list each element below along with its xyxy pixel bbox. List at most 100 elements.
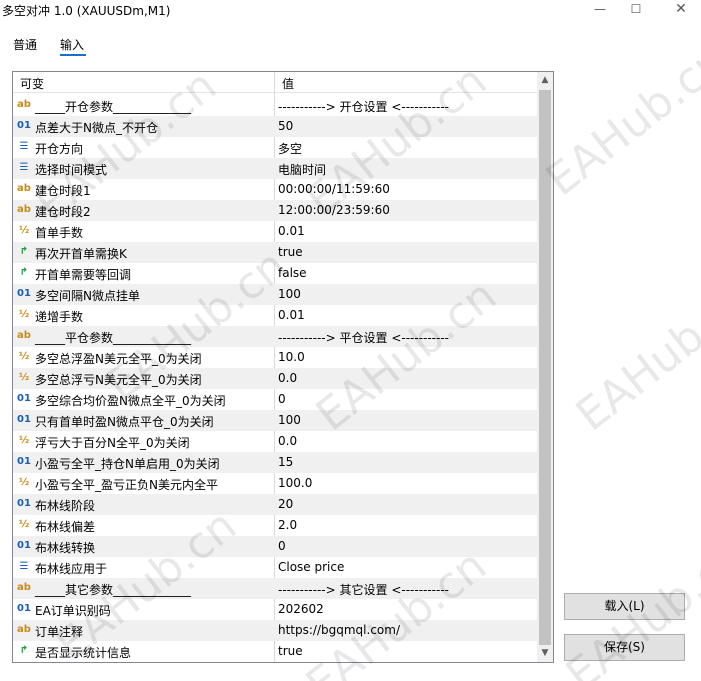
tab-inputs[interactable]: 输入 — [60, 36, 84, 53]
double-type-icon: ½ — [18, 372, 30, 383]
inputs-grid: 可变 值 ab _____开仓参数_____________ -----------… — [12, 71, 554, 663]
parameter-name: _____其它参数_____________ — [35, 583, 192, 597]
table-row[interactable]: ☰ 开仓方向 多空 — [13, 137, 538, 158]
scroll-up-icon[interactable]: ▲ — [537, 72, 553, 89]
table-row[interactable]: ☰ 选择时间模式 电脑时间 — [13, 158, 538, 179]
tab-strip: 普通 输入 — [0, 32, 701, 58]
vertical-scrollbar[interactable]: ▲ ▼ — [537, 72, 553, 662]
parameter-value[interactable]: true — [278, 245, 303, 259]
load-button[interactable]: 载入(L) — [564, 593, 685, 620]
integer-type-icon: 01 — [17, 288, 31, 299]
table-row[interactable]: ab 建仓时段1 00:00:00/11:59:60 — [13, 179, 538, 200]
title-bar: 多空对冲 1.0 (XAUUSDm,M1) — ☐ ✕ — [0, 0, 701, 22]
double-type-icon: ½ — [18, 519, 30, 530]
parameter-name: 多空总浮盈N美元全平_0为关闭 — [35, 352, 202, 366]
parameter-value[interactable]: 00:00:00/11:59:60 — [278, 182, 390, 196]
parameter-value[interactable]: 0.0 — [278, 434, 297, 448]
parameter-name: EA订单识别码 — [35, 604, 111, 618]
table-row[interactable]: ½ 首单手数 0.01 — [13, 221, 538, 242]
column-header-variable[interactable]: 可变 — [20, 75, 44, 92]
parameter-value[interactable]: Close price — [278, 560, 344, 574]
maximize-icon[interactable]: ☐ — [613, 0, 659, 20]
parameter-value[interactable]: 0.01 — [278, 224, 305, 238]
enum-type-icon: ☰ — [19, 162, 29, 173]
table-row[interactable]: 01 多空综合均价盈N微点全平_0为关闭 0 — [13, 389, 538, 410]
table-row[interactable]: ↱ 开首单需要等回调 false — [13, 263, 538, 284]
table-row[interactable]: 01 点差大于N微点_不开仓 50 — [13, 116, 538, 137]
parameter-name: 小盈亏全平_持仓N单启用_0为关闭 — [35, 457, 220, 471]
parameter-value[interactable]: 0 — [278, 539, 286, 553]
table-row[interactable]: 01 只有首单时盈N微点平仓_0为关闭 100 — [13, 410, 538, 431]
table-row[interactable]: ↱ 再次开首单需换K true — [13, 242, 538, 263]
table-row[interactable]: ab 建仓时段2 12:00:00/23:59:60 — [13, 200, 538, 221]
save-button[interactable]: 保存(S) — [564, 634, 685, 661]
parameter-name: 开首单需要等回调 — [35, 268, 132, 282]
parameter-value[interactable]: 0 — [278, 392, 286, 406]
parameter-value[interactable]: -----------> 其它设置 <----------- — [278, 581, 449, 598]
parameter-value[interactable]: 20 — [278, 497, 293, 511]
table-row[interactable]: 01 小盈亏全平_持仓N单启用_0为关闭 15 — [13, 452, 538, 473]
table-row[interactable]: ab _____开仓参数_____________ -----------> 开仓设… — [13, 95, 538, 116]
parameter-value[interactable]: 100.0 — [278, 476, 312, 490]
table-row[interactable]: 01 多空间隔N微点挂单 100 — [13, 284, 538, 305]
parameter-value[interactable]: 100 — [278, 413, 301, 427]
table-row[interactable]: ½ 多空总浮盈N美元全平_0为关闭 10.0 — [13, 347, 538, 368]
parameter-value[interactable]: -----------> 平仓设置 <----------- — [278, 329, 449, 346]
scroll-down-icon[interactable]: ▼ — [537, 645, 553, 662]
table-row[interactable]: ½ 浮亏大于百分N全平_0为关闭 0.0 — [13, 431, 538, 452]
parameter-name: 多空总浮亏N美元全平_0为关闭 — [35, 373, 202, 387]
parameter-value[interactable]: 10.0 — [278, 350, 305, 364]
parameter-value[interactable]: 0.0 — [278, 371, 297, 385]
table-row[interactable]: ↱ 是否显示统计信息 true — [13, 641, 538, 662]
parameter-name: _____开仓参数_____________ — [35, 100, 192, 114]
table-row[interactable]: ab 订单注释 https://bgqmql.com/ — [13, 620, 538, 641]
integer-type-icon: 01 — [17, 120, 31, 131]
table-row[interactable]: ½ 多空总浮亏N美元全平_0为关闭 0.0 — [13, 368, 538, 389]
parameter-value[interactable]: 50 — [278, 119, 293, 133]
parameter-name: 浮亏大于百分N全平_0为关闭 — [35, 436, 190, 450]
double-type-icon: ½ — [18, 351, 30, 362]
table-row[interactable]: ½ 小盈亏全平_盈亏正负N美元内全平 100.0 — [13, 473, 538, 494]
table-row[interactable]: ab _____其它参数_____________ -----------> 其它设… — [13, 578, 538, 599]
window-title: 多空对冲 1.0 (XAUUSDm,M1) — [2, 4, 171, 18]
parameter-value[interactable]: 202602 — [278, 602, 324, 616]
grid-header: 可变 值 — [13, 72, 538, 93]
parameter-name: 只有首单时盈N微点平仓_0为关闭 — [35, 415, 214, 429]
parameter-name: 首单手数 — [35, 226, 84, 240]
parameter-value[interactable]: 2.0 — [278, 518, 297, 532]
integer-type-icon: 01 — [17, 540, 31, 551]
grid-rows: ab _____开仓参数_____________ -----------> 开仓设… — [13, 95, 538, 662]
parameter-value[interactable]: -----------> 开仓设置 <----------- — [278, 98, 449, 115]
parameter-name: 再次开首单需换K — [35, 247, 127, 261]
parameter-name: 多空间隔N微点挂单 — [35, 289, 140, 303]
parameter-name: 订单注释 — [35, 625, 84, 639]
table-row[interactable]: ½ 布林线偏差 2.0 — [13, 515, 538, 536]
parameter-name: 建仓时段2 — [35, 205, 91, 219]
table-row[interactable]: ½ 递增手数 0.01 — [13, 305, 538, 326]
bool-type-icon: ↱ — [19, 645, 29, 656]
enum-type-icon: ☰ — [19, 561, 29, 572]
tab-general[interactable]: 普通 — [13, 36, 37, 53]
table-row[interactable]: 01 EA订单识别码 202602 — [13, 599, 538, 620]
parameter-value[interactable]: 12:00:00/23:59:60 — [278, 203, 390, 217]
integer-type-icon: 01 — [17, 498, 31, 509]
parameter-value[interactable]: 多空 — [278, 140, 302, 157]
watermark-text: EAHub.cn — [566, 269, 701, 442]
parameter-value[interactable]: 电脑时间 — [278, 161, 326, 178]
parameter-name: _____平仓参数_____________ — [35, 331, 192, 345]
table-row[interactable]: ab _____平仓参数_____________ -----------> 平仓设… — [13, 326, 538, 347]
parameter-value[interactable]: true — [278, 644, 303, 658]
parameter-value[interactable]: false — [278, 266, 307, 280]
scrollbar-thumb[interactable] — [539, 90, 551, 645]
table-row[interactable]: ☰ 布林线应用于 Close price — [13, 557, 538, 578]
table-row[interactable]: 01 布林线阶段 20 — [13, 494, 538, 515]
close-icon[interactable]: ✕ — [658, 0, 701, 20]
parameter-value[interactable]: 15 — [278, 455, 293, 469]
parameter-value[interactable]: https://bgqmql.com/ — [278, 623, 400, 637]
table-row[interactable]: 01 布林线转换 0 — [13, 536, 538, 557]
parameter-name: 是否显示统计信息 — [35, 646, 132, 660]
column-header-value[interactable]: 值 — [282, 75, 294, 92]
parameter-value[interactable]: 100 — [278, 287, 301, 301]
double-type-icon: ½ — [18, 309, 30, 320]
parameter-value[interactable]: 0.01 — [278, 308, 305, 322]
